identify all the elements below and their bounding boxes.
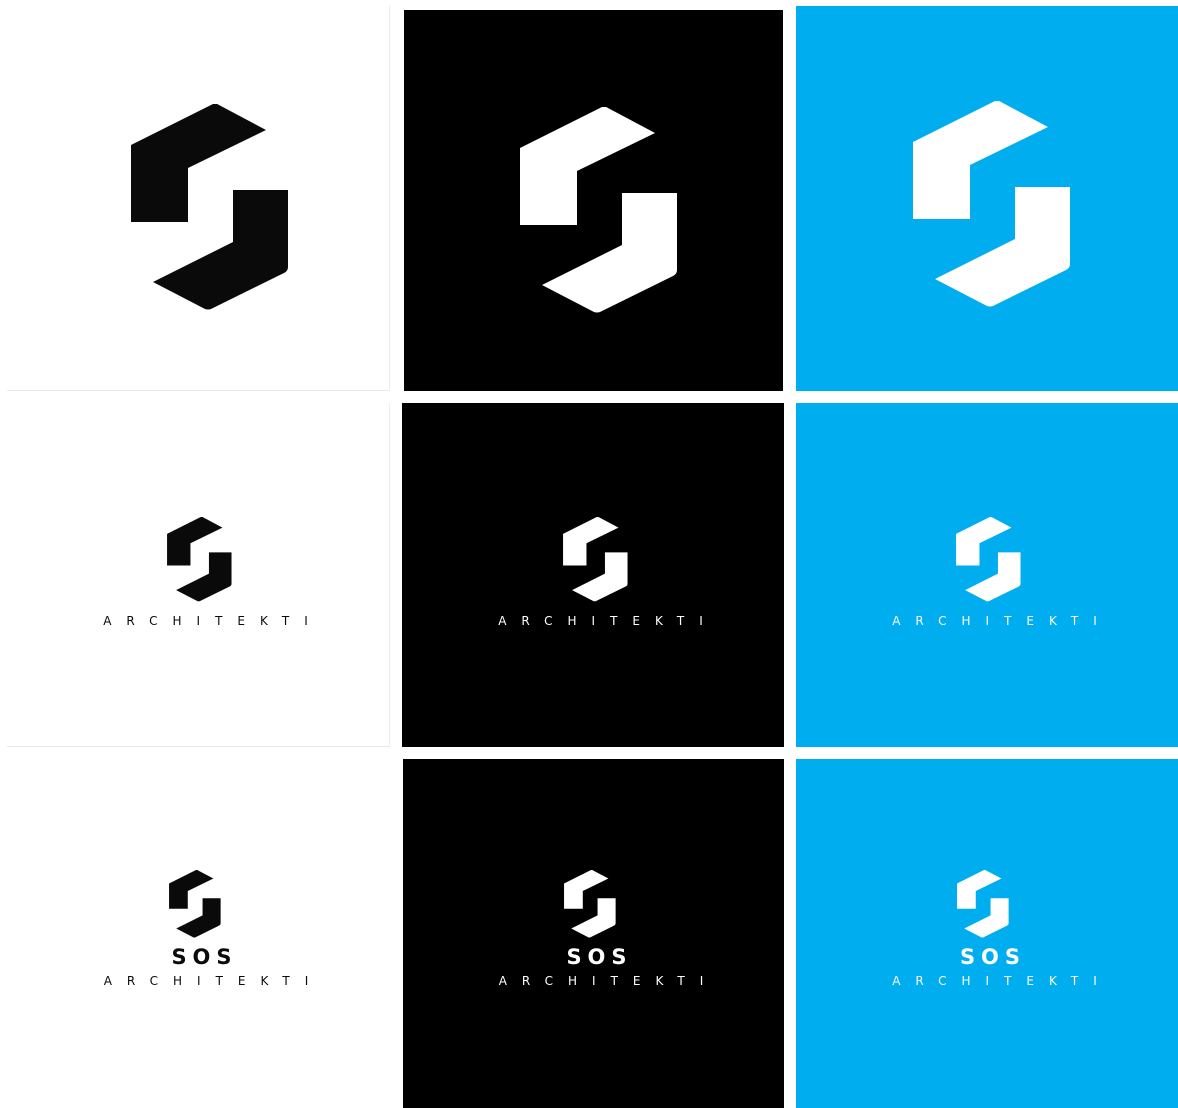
logo-tile-white-subtitle: ARCHITEKTI <box>7 403 390 747</box>
logo-tile-black-symbol <box>404 10 783 391</box>
s-hexagon-logo-icon <box>563 517 628 602</box>
logo-tile-white-full: SOS ARCHITEKTI <box>7 758 390 1108</box>
s-hexagon-logo-icon <box>956 517 1021 602</box>
subtitle-architekti: ARCHITEKTI <box>498 614 718 628</box>
logo-tile-blue-subtitle: ARCHITEKTI <box>796 403 1178 747</box>
company-name: SOS <box>171 945 238 969</box>
logo-tile-blue-symbol <box>796 6 1178 391</box>
company-name: SOS <box>959 945 1027 969</box>
logo-tile-white-symbol <box>7 5 390 391</box>
subtitle-architekti: ARCHITEKTI <box>103 614 323 628</box>
logo-tile-black-full: SOS ARCHITEKTI <box>403 759 784 1108</box>
subtitle-architekti: ARCHITEKTI <box>103 974 324 988</box>
s-hexagon-logo-icon <box>957 870 1009 938</box>
subtitle-architekti: ARCHITEKTI <box>498 974 719 988</box>
s-hexagon-logo-icon <box>913 101 1070 307</box>
company-name: SOS <box>566 945 633 969</box>
s-hexagon-logo-icon <box>167 517 232 602</box>
subtitle-architekti: ARCHITEKTI <box>892 974 1112 988</box>
s-hexagon-logo-icon <box>169 870 221 938</box>
s-hexagon-logo-icon <box>564 870 616 938</box>
logo-tile-black-subtitle: ARCHITEKTI <box>402 403 784 747</box>
subtitle-architekti: ARCHITEKTI <box>892 614 1112 628</box>
logo-tile-blue-full: SOS ARCHITEKTI <box>796 759 1178 1108</box>
s-hexagon-logo-icon <box>131 104 288 310</box>
s-hexagon-logo-icon <box>520 107 677 313</box>
